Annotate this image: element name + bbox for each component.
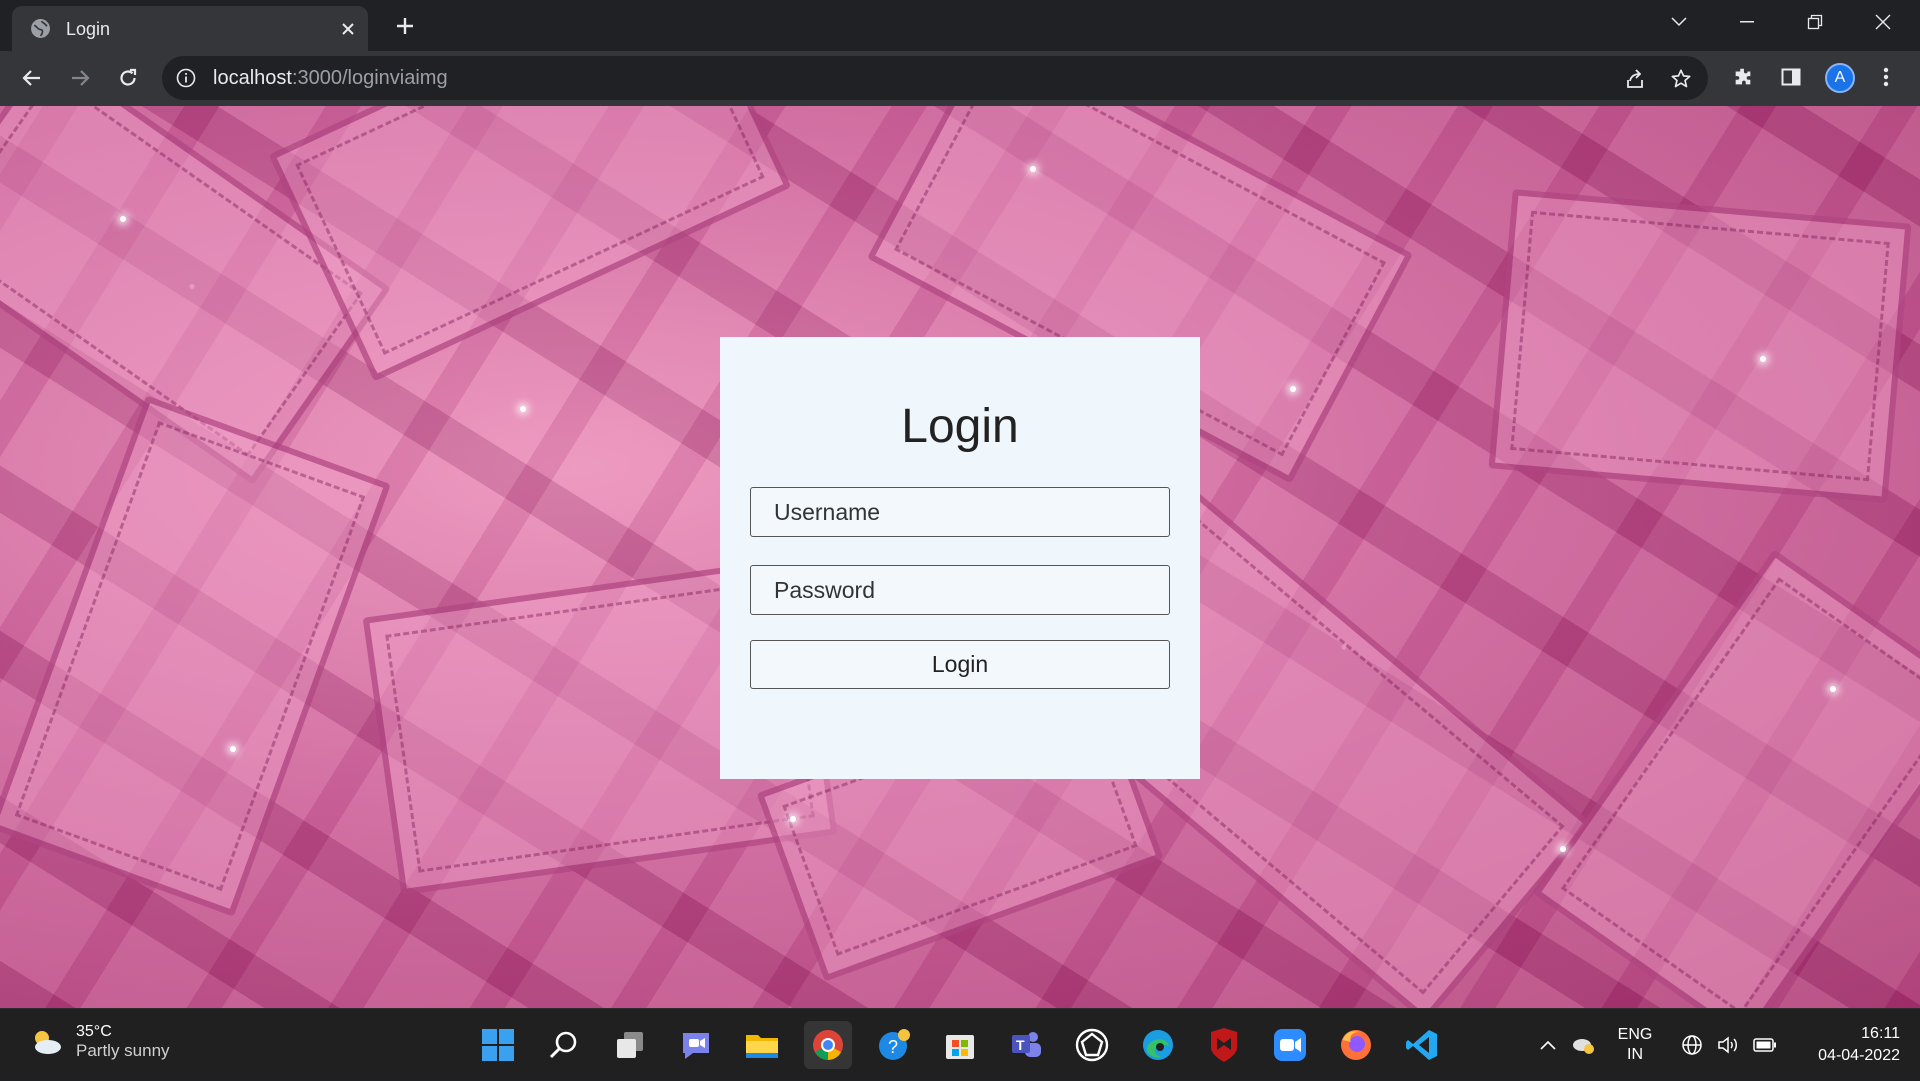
svg-text:?: ? — [888, 1037, 898, 1057]
globe-icon — [31, 19, 50, 38]
chrome-icon[interactable] — [804, 1021, 852, 1069]
login-button[interactable]: Login — [750, 640, 1170, 689]
url-text: localhost:3000/loginviaimg — [213, 67, 448, 90]
minimize-button[interactable] — [1713, 0, 1781, 44]
search-icon[interactable] — [540, 1021, 588, 1069]
file-explorer-icon[interactable] — [738, 1021, 786, 1069]
profile-avatar[interactable]: A — [1825, 63, 1855, 93]
clock-date: 04-04-2022 — [1818, 1047, 1900, 1064]
vscode-icon[interactable] — [1398, 1021, 1446, 1069]
chat-icon[interactable] — [672, 1021, 720, 1069]
login-card: Login Login — [720, 337, 1200, 779]
login-heading: Login — [901, 400, 1019, 453]
app-icon[interactable] — [1068, 1021, 1116, 1069]
edge-icon[interactable] — [1134, 1021, 1182, 1069]
input-language[interactable]: ENG IN — [1610, 1009, 1660, 1081]
show-hidden-icons-chevron[interactable] — [1534, 1009, 1562, 1081]
volume-icon[interactable] — [1714, 1009, 1742, 1081]
browser-toolbar: localhost:3000/loginviaimg A — [0, 51, 1920, 106]
tab-strip: Login — [0, 0, 1920, 51]
password-input[interactable] — [750, 565, 1170, 615]
page-viewport: Login Login — [0, 106, 1920, 1008]
onedrive-icon[interactable] — [1568, 1009, 1598, 1081]
tab-search-icon[interactable] — [1645, 0, 1713, 44]
store-icon[interactable] — [936, 1021, 984, 1069]
clock[interactable]: 16:11 04-04-2022 — [1790, 1009, 1900, 1081]
url-host: localhost — [213, 67, 292, 89]
mcafee-icon[interactable] — [1200, 1021, 1248, 1069]
weather-widget[interactable]: 35°C Partly sunny — [28, 1023, 170, 1061]
tab-close-icon[interactable] — [334, 15, 362, 43]
restore-button[interactable] — [1781, 0, 1849, 44]
close-window-button[interactable] — [1849, 0, 1917, 44]
region-code: IN — [1627, 1046, 1643, 1063]
weather-temp: 35°C — [76, 1023, 112, 1040]
browser-tab[interactable]: Login — [12, 6, 368, 51]
task-view-icon[interactable] — [606, 1021, 654, 1069]
bookmark-star-icon[interactable] — [1668, 66, 1694, 92]
side-panel-icon[interactable] — [1776, 62, 1806, 92]
extensions-icon[interactable] — [1728, 62, 1758, 92]
zoom-icon[interactable] — [1266, 1021, 1314, 1069]
network-globe-icon[interactable] — [1678, 1009, 1706, 1081]
address-bar[interactable]: localhost:3000/loginviaimg — [162, 56, 1708, 100]
firefox-icon[interactable] — [1332, 1021, 1380, 1069]
reload-button[interactable] — [110, 60, 146, 96]
clock-time: 16:11 — [1861, 1025, 1900, 1042]
partly-sunny-icon — [35, 1031, 61, 1054]
svg-text:T: T — [1016, 1037, 1025, 1053]
windows-taskbar: 35°C Partly sunny ? T ENG IN 16:11 04-04… — [0, 1008, 1920, 1080]
forward-button[interactable] — [62, 60, 98, 96]
battery-icon[interactable] — [1750, 1009, 1780, 1081]
back-button[interactable] — [14, 60, 50, 96]
language-code: ENG — [1617, 1026, 1653, 1043]
menu-kebab-icon[interactable] — [1871, 62, 1901, 92]
weather-desc: Partly sunny — [76, 1041, 170, 1060]
site-info-icon[interactable] — [176, 68, 196, 88]
start-icon[interactable] — [474, 1021, 522, 1069]
url-path: :3000/loginviaimg — [291, 67, 448, 89]
new-tab-button[interactable] — [390, 11, 420, 41]
teams-icon[interactable]: T — [1002, 1021, 1050, 1069]
username-input[interactable] — [750, 487, 1170, 537]
quick-assist-icon[interactable]: ? — [870, 1021, 918, 1069]
tab-title: Login — [66, 19, 111, 39]
share-icon[interactable] — [1622, 66, 1648, 92]
